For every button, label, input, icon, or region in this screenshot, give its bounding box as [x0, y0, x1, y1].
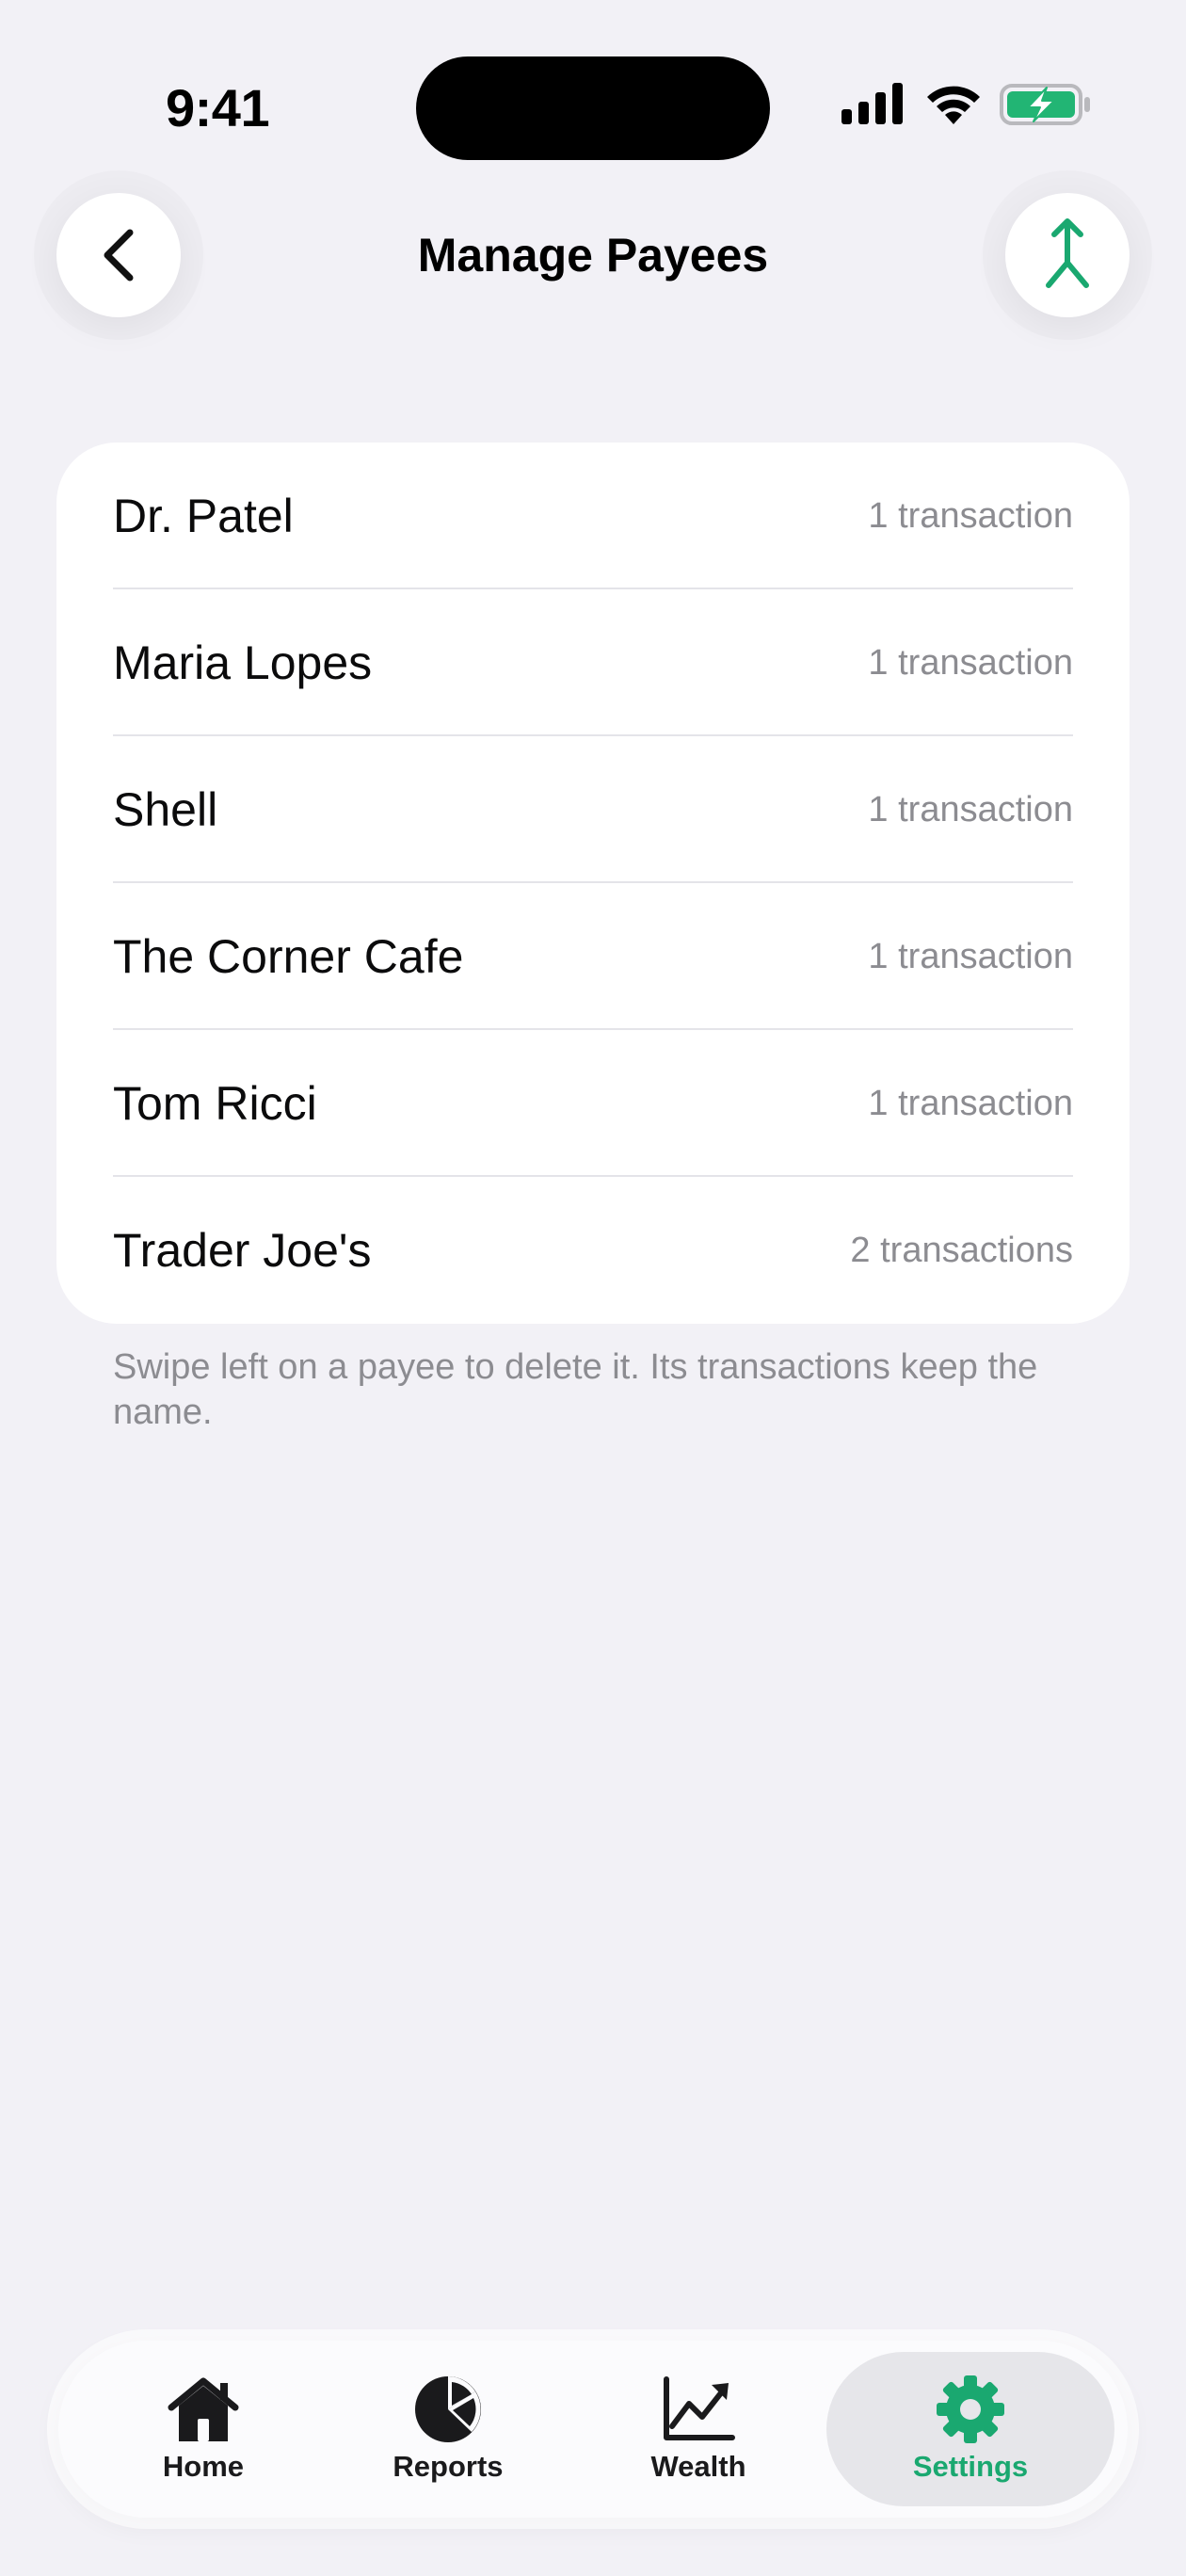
transaction-count: 1 transaction: [868, 1083, 1073, 1123]
payee-name: Dr. Patel: [113, 490, 294, 542]
tab-settings[interactable]: Settings: [826, 2352, 1114, 2506]
home-icon: [164, 2375, 243, 2444]
status-icons: [840, 83, 1094, 132]
payee-name: Trader Joe's: [113, 1224, 372, 1277]
tab-reports[interactable]: Reports: [337, 2352, 559, 2506]
payee-name: Tom Ricci: [113, 1077, 317, 1130]
battery-charging-icon: [1000, 84, 1090, 125]
payee-row[interactable]: Maria Lopes 1 transaction: [113, 589, 1073, 736]
transaction-count: 1 transaction: [868, 495, 1073, 536]
tab-bar: Home Reports Wealth Settings: [58, 2341, 1128, 2518]
cellular-signal-icon: [841, 83, 903, 124]
payee-row[interactable]: Trader Joe's 2 transactions: [113, 1177, 1073, 1324]
tab-label: Reports: [393, 2450, 504, 2483]
merge-icon: [1046, 218, 1089, 288]
tab-label: Home: [162, 2450, 245, 2483]
status-time: 9:41: [166, 78, 270, 137]
pie-chart-icon: [409, 2375, 488, 2444]
payee-name: The Corner Cafe: [113, 930, 464, 983]
transaction-count: 1 transaction: [868, 789, 1073, 829]
tab-wealth[interactable]: Wealth: [587, 2352, 809, 2506]
payee-row[interactable]: Shell 1 transaction: [113, 736, 1073, 883]
payee-name: Maria Lopes: [113, 636, 373, 689]
merge-payees-button[interactable]: [1005, 193, 1130, 317]
tab-label: Wealth: [650, 2450, 746, 2483]
dynamic-island: [416, 56, 770, 160]
wifi-icon: [927, 86, 980, 124]
list-footnote: Swipe left on a payee to delete it. Its …: [113, 1347, 1038, 1432]
payee-row[interactable]: Dr. Patel 1 transaction: [113, 443, 1073, 589]
payee-row[interactable]: Tom Ricci 1 transaction: [113, 1030, 1073, 1177]
tab-label: Settings: [912, 2450, 1029, 2483]
gear-icon: [931, 2375, 1010, 2444]
payee-name: Shell: [113, 783, 218, 836]
transaction-count: 2 transactions: [850, 1230, 1073, 1270]
transaction-count: 1 transaction: [868, 642, 1073, 683]
transaction-count: 1 transaction: [868, 936, 1073, 976]
tab-home[interactable]: Home: [92, 2352, 314, 2506]
line-chart-icon: [659, 2375, 738, 2444]
payee-row[interactable]: The Corner Cafe 1 transaction: [113, 883, 1073, 1030]
payee-list: Dr. Patel 1 transaction Maria Lopes 1 tr…: [56, 443, 1130, 1324]
